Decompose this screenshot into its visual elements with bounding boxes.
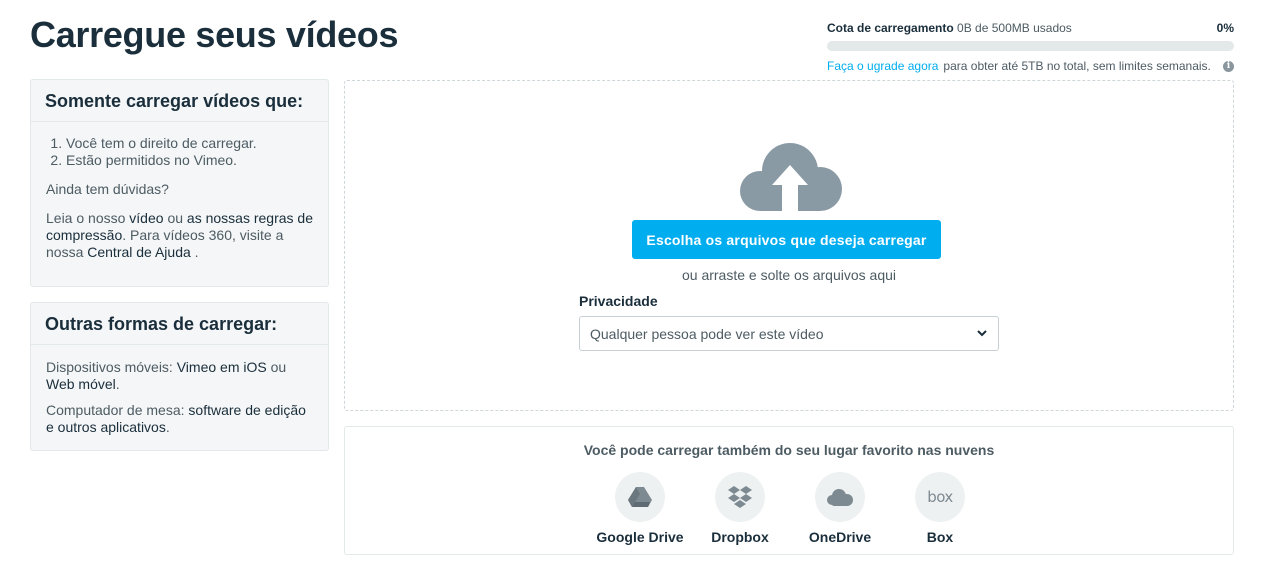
upgrade-link[interactable]: Faça o ugrade agora: [827, 59, 938, 73]
privacy-select[interactable]: Qualquer pessoa pode ver este vídeo: [579, 316, 999, 351]
or-text: ou: [270, 359, 287, 375]
desktop-paragraph: Computador de mesa: software de edição e…: [46, 402, 313, 436]
upgrade-text: para obter até 5TB no total, sem limites…: [943, 59, 1211, 73]
privacy-label: Privacidade: [579, 293, 658, 309]
cloud-services-title: Você pode carregar também do seu lugar f…: [583, 442, 995, 458]
upload-quota: Cota de carregamento 0B de 500MB usados …: [827, 21, 1234, 73]
end-text: .: [194, 244, 199, 260]
dropbox-button[interactable]: Dropbox: [690, 472, 790, 545]
box-label: Box: [926, 529, 954, 545]
google-drive-button[interactable]: Google Drive: [590, 472, 690, 545]
box-icon: box: [927, 488, 953, 506]
rules-list: Você tem o direito de carregar. Estão pe…: [46, 135, 313, 169]
info-icon[interactable]: i: [1223, 60, 1234, 72]
privacy-value: Qualquer pessoa pode ver este vídeo: [590, 326, 824, 342]
google-drive-icon: [628, 487, 652, 507]
vimeo-ios-link[interactable]: Vimeo em iOS: [177, 359, 267, 375]
chevron-down-icon: [977, 330, 987, 337]
box-button[interactable]: box Box: [890, 472, 990, 545]
onedrive-icon: [827, 489, 853, 506]
quota-progress-bar: [827, 41, 1234, 51]
desktop-prefix: Computador de mesa:: [46, 402, 185, 418]
quota-label: Cota de carregamento: [827, 21, 954, 35]
cloud-upload-icon: [740, 143, 842, 213]
quota-percent: 0%: [1216, 21, 1234, 35]
mobile-paragraph: Dispositivos móveis: Vimeo em iOS ou Web…: [46, 359, 313, 393]
other-upload-methods-panel: Outras formas de carregar: Dispositivos …: [30, 302, 329, 451]
mobile-web-link[interactable]: Web móvel: [46, 376, 116, 392]
video-link[interactable]: vídeo: [129, 210, 163, 226]
dropbox-icon: [728, 486, 752, 508]
quota-usage: 0B de 500MB usados: [957, 21, 1072, 35]
read-prefix: Leia o nosso: [46, 210, 126, 226]
choose-files-button[interactable]: Escolha os arquivos que deseja carregar: [632, 220, 941, 259]
onedrive-label: OneDrive: [808, 529, 872, 545]
help-center-link[interactable]: Central de Ajuda: [87, 244, 191, 260]
mobile-end: .: [115, 376, 120, 392]
cloud-services-panel: Você pode carregar também do seu lugar f…: [344, 426, 1234, 555]
desktop-end: .: [165, 419, 170, 435]
page-title: Carregue seus vídeos: [30, 14, 399, 55]
dropbox-label: Dropbox: [711, 529, 769, 545]
onedrive-button[interactable]: OneDrive: [790, 472, 890, 545]
upload-dropzone[interactable]: Escolha os arquivos que deseja carregar …: [344, 80, 1234, 411]
rules-item: Você tem o direito de carregar.: [66, 135, 313, 152]
upload-rules-panel: Somente carregar vídeos que: Você tem o …: [30, 79, 329, 287]
other-methods-title: Outras formas de carregar:: [31, 303, 328, 345]
doubts-text: Ainda tem dúvidas?: [46, 181, 169, 197]
rules-title: Somente carregar vídeos que:: [31, 80, 328, 122]
drag-drop-hint: ou arraste e solte os arquivos aqui: [681, 267, 896, 283]
mobile-prefix: Dispositivos móveis:: [46, 359, 173, 375]
quota-text: Cota de carregamento 0B de 500MB usados: [827, 21, 1072, 35]
google-drive-label: Google Drive: [596, 529, 684, 545]
rules-item: Estão permitidos no Vimeo.: [66, 152, 313, 169]
or-text: ou: [167, 210, 184, 226]
help-paragraph: Leia o nosso vídeo ou as nossas regras d…: [46, 210, 313, 261]
